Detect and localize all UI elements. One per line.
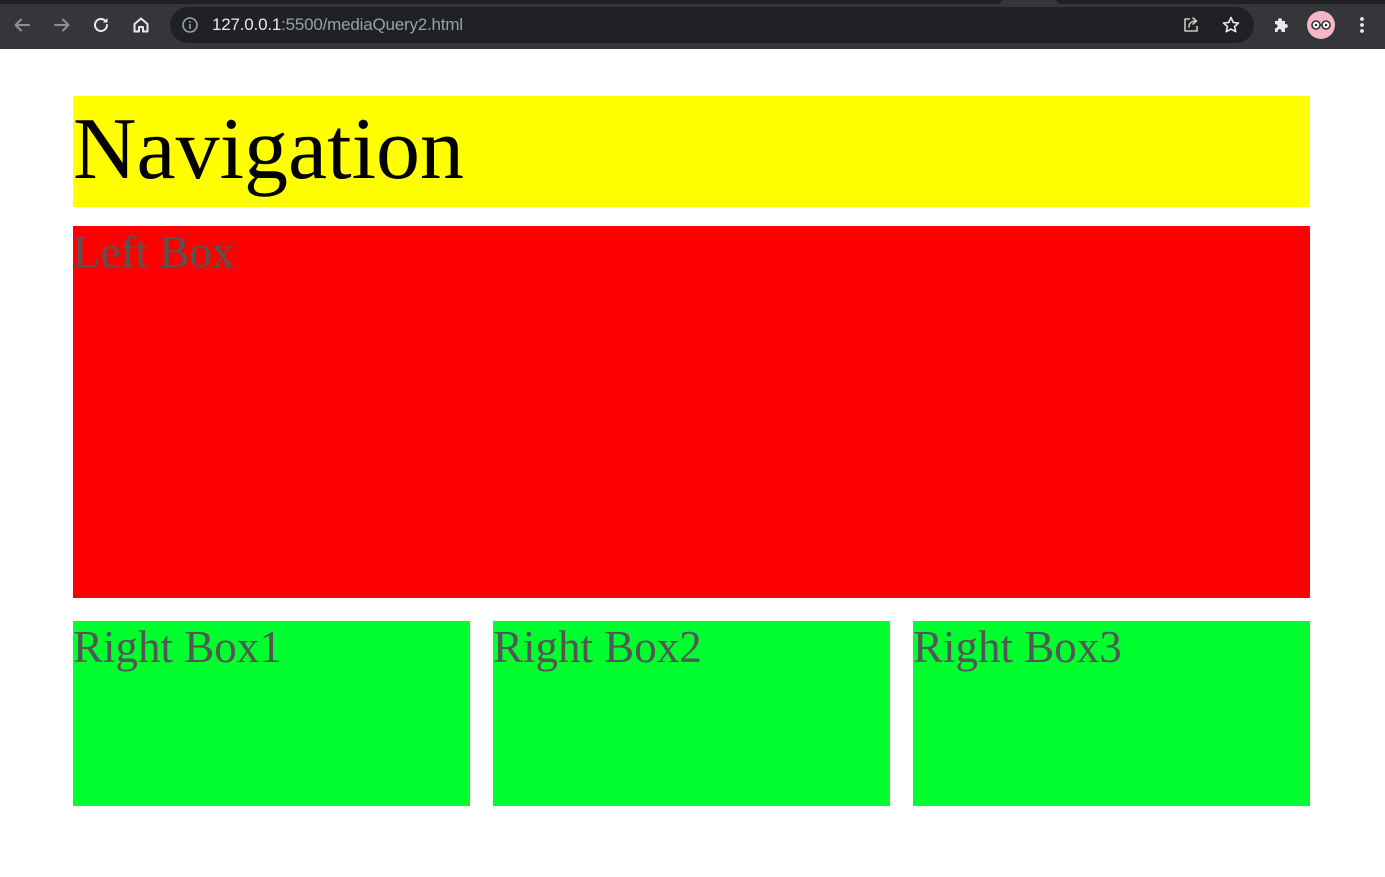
arrow-right-icon xyxy=(54,18,70,32)
right-box-3: Right Box3 xyxy=(913,621,1310,806)
puzzle-icon xyxy=(1275,18,1288,32)
reload-button[interactable] xyxy=(85,9,117,41)
browser-toolbar: 127.0.0.1:5500/mediaQuery2.html xyxy=(0,0,1385,49)
address-bar[interactable]: 127.0.0.1:5500/mediaQuery2.html xyxy=(170,7,1254,43)
share-button[interactable] xyxy=(1175,9,1207,41)
right-box-2-label: Right Box2 xyxy=(493,622,702,672)
right-box-1: Right Box1 xyxy=(73,621,470,806)
star-icon xyxy=(1222,16,1240,33)
right-box-2: Right Box2 xyxy=(493,621,890,806)
reload-icon xyxy=(94,18,108,32)
back-button[interactable] xyxy=(6,9,38,41)
navigation-heading: Navigation xyxy=(73,101,465,198)
active-tab-edge[interactable] xyxy=(1000,0,1058,4)
bookmark-button[interactable] xyxy=(1215,9,1247,41)
home-icon xyxy=(133,17,149,33)
profile-glasses-icon xyxy=(1311,20,1331,30)
home-button[interactable] xyxy=(125,9,157,41)
tab-strip xyxy=(0,0,1385,4)
info-icon[interactable] xyxy=(181,16,199,34)
extensions-button[interactable] xyxy=(1265,9,1297,41)
arrow-left-icon xyxy=(14,18,30,32)
kebab-menu-icon xyxy=(1360,17,1364,33)
page-viewport: Navigation Left Box Right Box1 Right Box… xyxy=(0,49,1385,877)
url-path: :5500/mediaQuery2.html xyxy=(281,15,463,34)
avatar[interactable] xyxy=(1307,11,1335,39)
right-box-1-label: Right Box1 xyxy=(73,622,282,672)
right-box-3-label: Right Box3 xyxy=(913,622,1122,672)
share-icon xyxy=(1184,17,1198,32)
url-text[interactable]: 127.0.0.1:5500/mediaQuery2.html xyxy=(212,7,463,43)
url-host: 127.0.0.1 xyxy=(212,15,282,34)
browser-menu-button[interactable] xyxy=(1346,9,1378,41)
navigation-box: Navigation xyxy=(73,96,1310,207)
left-box: Left Box xyxy=(73,226,1310,598)
forward-button[interactable] xyxy=(46,9,78,41)
left-box-label: Left Box xyxy=(73,227,235,277)
